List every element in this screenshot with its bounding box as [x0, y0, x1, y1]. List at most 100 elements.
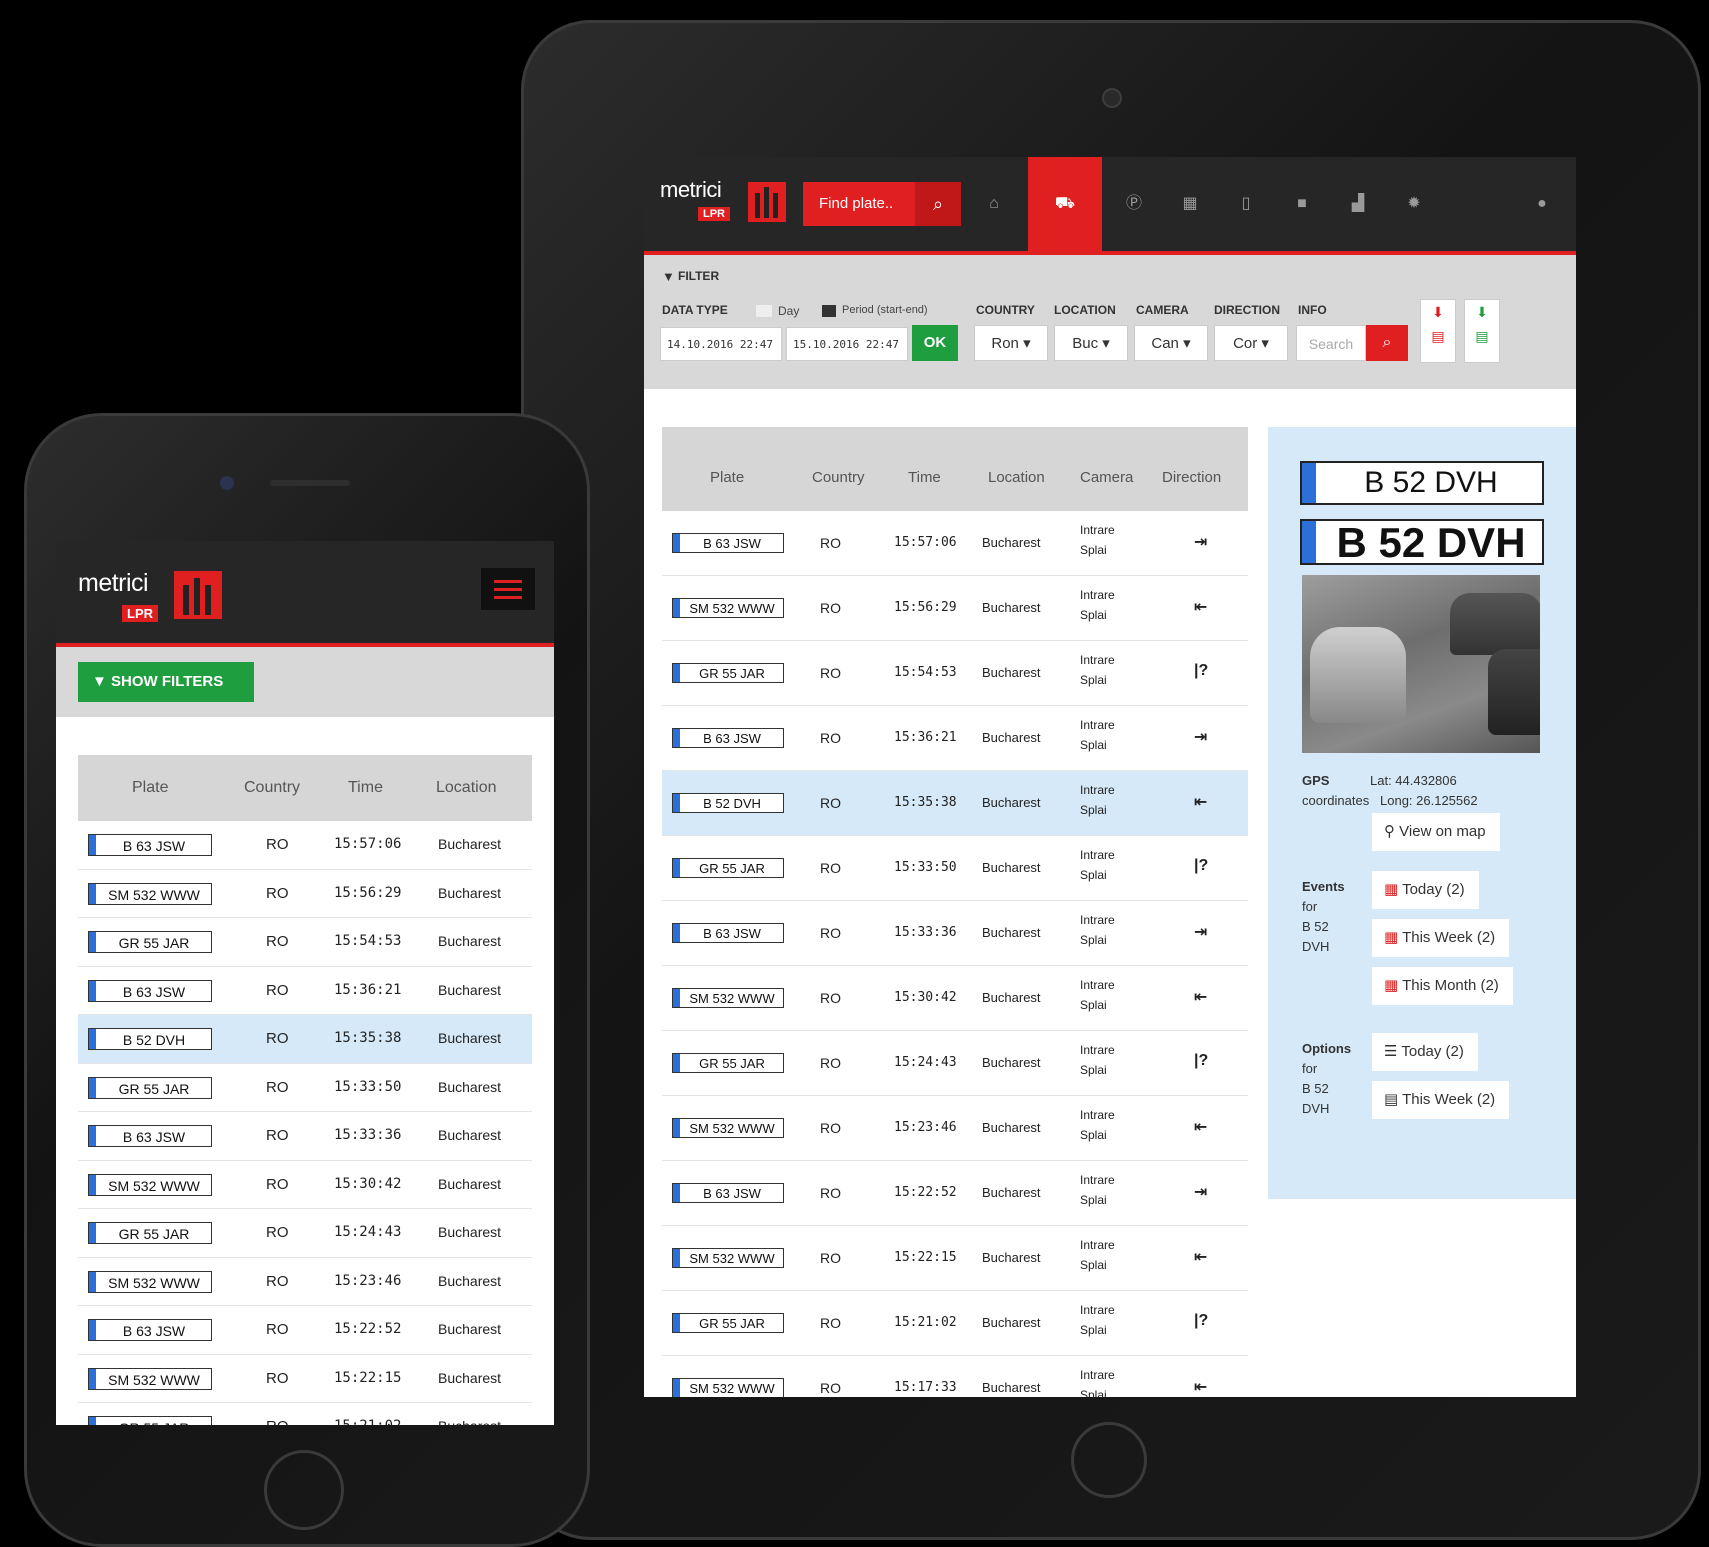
nav-camera-icon[interactable]: ■	[1274, 157, 1330, 251]
col-location[interactable]: Location	[988, 469, 1045, 486]
time-cell: 15:24:43	[894, 1055, 957, 1070]
events-week-button[interactable]: ▦ This Week (2)	[1372, 919, 1510, 957]
plate-badge: B 63 JSW	[88, 1125, 212, 1147]
table-row[interactable]: B 63 JSW RO 15:22:52 Bucharest	[78, 1306, 532, 1355]
col-camera[interactable]: Camera	[1080, 469, 1133, 486]
location-cell: Bucharest	[982, 860, 1041, 875]
direction-select[interactable]: Cor ▾	[1214, 325, 1288, 361]
plate-badge: GR 55 JAR	[672, 858, 784, 878]
location-cell: Bucharest	[438, 1418, 501, 1425]
table-row[interactable]: SM 532 WWW RO 15:56:29 Bucharest	[78, 869, 532, 918]
search-icon[interactable]: ⌕	[915, 182, 961, 226]
direction-icon: |?	[1194, 662, 1209, 679]
table-row[interactable]: GR 55 JAR RO 15:54:53 Bucharest	[78, 918, 532, 967]
table-row[interactable]: SM 532 WWW RO 15:23:46 Bucharest Intrare Spla…	[662, 1096, 1248, 1161]
nav-user-icon[interactable]: ●	[1514, 157, 1570, 251]
table-row[interactable]: B 63 JSW RO 15:57:06 Bucharest Intrare Splai ⇥	[662, 511, 1248, 576]
table-row[interactable]: B 63 JSW RO 15:57:06 Bucharest	[78, 821, 532, 870]
direction-select-value: Cor	[1233, 335, 1258, 352]
time-cell: 15:33:50	[894, 860, 957, 875]
options-today-button[interactable]: ☰ Today (2)	[1372, 1033, 1478, 1071]
info-search-button[interactable]: ⌕	[1366, 325, 1408, 361]
table-row[interactable]: GR 55 JAR RO 15:21:02 Bucharest Intrare Splai…	[662, 1291, 1248, 1356]
nav-building-icon[interactable]: ▦	[1162, 157, 1218, 251]
day-checkbox[interactable]	[756, 305, 772, 317]
country-select[interactable]: Ron ▾	[974, 325, 1048, 361]
table-row[interactable]: B 52 DVH RO 15:35:38 Bucharest Intrare Splai ⇤	[662, 771, 1248, 836]
table-row[interactable]: B 63 JSW RO 15:22:52 Bucharest Intrare Splai ⇥	[662, 1161, 1248, 1226]
col-direction[interactable]: Direction	[1162, 469, 1221, 486]
plate-badge: B 52 DVH	[88, 1028, 212, 1050]
col-plate[interactable]: Plate	[710, 469, 744, 486]
table-row[interactable]: SM 532 WWW RO 15:30:42 Bucharest Intrare Spla…	[662, 966, 1248, 1031]
table-row[interactable]: B 52 DVH RO 15:35:38 Bucharest	[78, 1015, 532, 1064]
nav-gate-icon[interactable]: ▯	[1218, 157, 1274, 251]
nav-home-icon[interactable]: ⌂	[966, 157, 1022, 251]
table-row[interactable]: B 63 JSW RO 15:36:21 Bucharest	[78, 966, 532, 1015]
camera-snapshot[interactable]	[1302, 575, 1540, 753]
camera-select[interactable]: Can ▾	[1134, 325, 1208, 361]
location-select[interactable]: Buc ▾	[1054, 325, 1128, 361]
table-row[interactable]: SM 532 WWW RO 15:22:15 Bucharest	[78, 1354, 532, 1403]
camera-cell: Intrare	[1080, 978, 1115, 992]
end-date-input[interactable]: 15.10.2016 22:47	[786, 327, 908, 361]
events-plate-1: B 52	[1302, 919, 1329, 934]
location-cell: Bucharest	[982, 665, 1041, 680]
col-time[interactable]: Time	[348, 779, 383, 797]
mobile-logo[interactable]: metrici LPR	[78, 569, 238, 629]
events-today-button[interactable]: ▦ Today (2)	[1372, 871, 1479, 909]
table-row[interactable]: B 63 JSW RO 15:36:21 Bucharest Intrare Splai ⇥	[662, 706, 1248, 771]
nav-gear-icon[interactable]: ✹	[1386, 157, 1442, 251]
table-row[interactable]: SM 532 WWW RO 15:22:15 Bucharest Intrare Spla…	[662, 1226, 1248, 1291]
export-pdf-button[interactable]: ⬇ ▤	[1420, 299, 1456, 363]
longitude: Long: 26.125562	[1380, 793, 1478, 808]
camera-cell-2: Splai	[1080, 1063, 1107, 1077]
document-icon: ▤	[1384, 1091, 1399, 1108]
country-cell: RO	[820, 600, 841, 616]
col-country[interactable]: Country	[812, 469, 865, 486]
camera-cell-2: Splai	[1080, 543, 1107, 557]
hamburger-menu-icon[interactable]	[481, 568, 535, 610]
table-row[interactable]: GR 55 JAR RO 15:24:43 Bucharest	[78, 1209, 532, 1258]
table-row[interactable]: SM 532 WWW RO 15:56:29 Bucharest Intrare Spla…	[662, 576, 1248, 641]
table-row[interactable]: GR 55 JAR RO 15:33:50 Bucharest	[78, 1063, 532, 1112]
camera-cell-2: Splai	[1080, 1323, 1107, 1337]
ok-button[interactable]: OK	[912, 325, 958, 361]
nav-cars-icon[interactable]: ⛟	[1028, 157, 1102, 251]
table-row[interactable]: SM 532 WWW RO 15:17:33 Bucharest Intrare Spla…	[662, 1356, 1248, 1397]
table-row[interactable]: B 63 JSW RO 15:33:36 Bucharest Intrare Splai ⇥	[662, 901, 1248, 966]
table-row[interactable]: GR 55 JAR RO 15:24:43 Bucharest Intrare Splai…	[662, 1031, 1248, 1096]
table-row[interactable]: GR 55 JAR RO 15:21:02 Bucharest	[78, 1403, 532, 1425]
options-for: for	[1302, 1061, 1318, 1076]
options-week-button[interactable]: ▤ This Week (2)	[1372, 1081, 1510, 1119]
options-label: Options	[1302, 1041, 1352, 1056]
show-filters-button[interactable]: ▼ SHOW FILTERS	[78, 662, 254, 702]
time-cell: 15:22:15	[334, 1369, 402, 1386]
col-location[interactable]: Location	[436, 779, 497, 797]
view-on-map-button[interactable]: ⚲ View on map	[1372, 813, 1500, 851]
period-checkbox[interactable]	[822, 305, 836, 317]
logo-mark-icon	[748, 182, 786, 222]
detected-plate-large: B 52 DVH	[1300, 519, 1544, 565]
col-country[interactable]: Country	[244, 779, 300, 797]
plate-badge: SM 532 WWW	[672, 1248, 784, 1268]
col-plate[interactable]: Plate	[132, 779, 168, 797]
direction-icon: ⇥	[1194, 729, 1208, 746]
table-row[interactable]: GR 55 JAR RO 15:33:50 Bucharest Intrare Splai…	[662, 836, 1248, 901]
table-row[interactable]: SM 532 WWW RO 15:30:42 Bucharest	[78, 1160, 532, 1209]
export-excel-button[interactable]: ⬇ ▤	[1464, 299, 1500, 363]
country-cell: RO	[266, 1369, 289, 1387]
location-cell: Bucharest	[438, 1127, 502, 1143]
info-search-input[interactable]: Search	[1296, 325, 1366, 361]
logo[interactable]: metrici LPR	[660, 177, 810, 237]
country-cell: RO	[820, 1120, 841, 1136]
start-date-input[interactable]: 14.10.2016 22:47	[660, 327, 782, 361]
table-row[interactable]: B 63 JSW RO 15:33:36 Bucharest	[78, 1112, 532, 1161]
col-time[interactable]: Time	[908, 469, 941, 486]
table-body: B 63 JSW RO 15:57:06 Bucharest SM 532 WWW RO 1…	[78, 821, 532, 1425]
nav-parking-icon[interactable]: Ⓟ	[1106, 157, 1162, 251]
table-row[interactable]: SM 532 WWW RO 15:23:46 Bucharest	[78, 1257, 532, 1306]
table-row[interactable]: GR 55 JAR RO 15:54:53 Bucharest Intrare Splai…	[662, 641, 1248, 706]
events-month-button[interactable]: ▦ This Month (2)	[1372, 967, 1513, 1005]
nav-chart-icon[interactable]: ▟	[1330, 157, 1386, 251]
